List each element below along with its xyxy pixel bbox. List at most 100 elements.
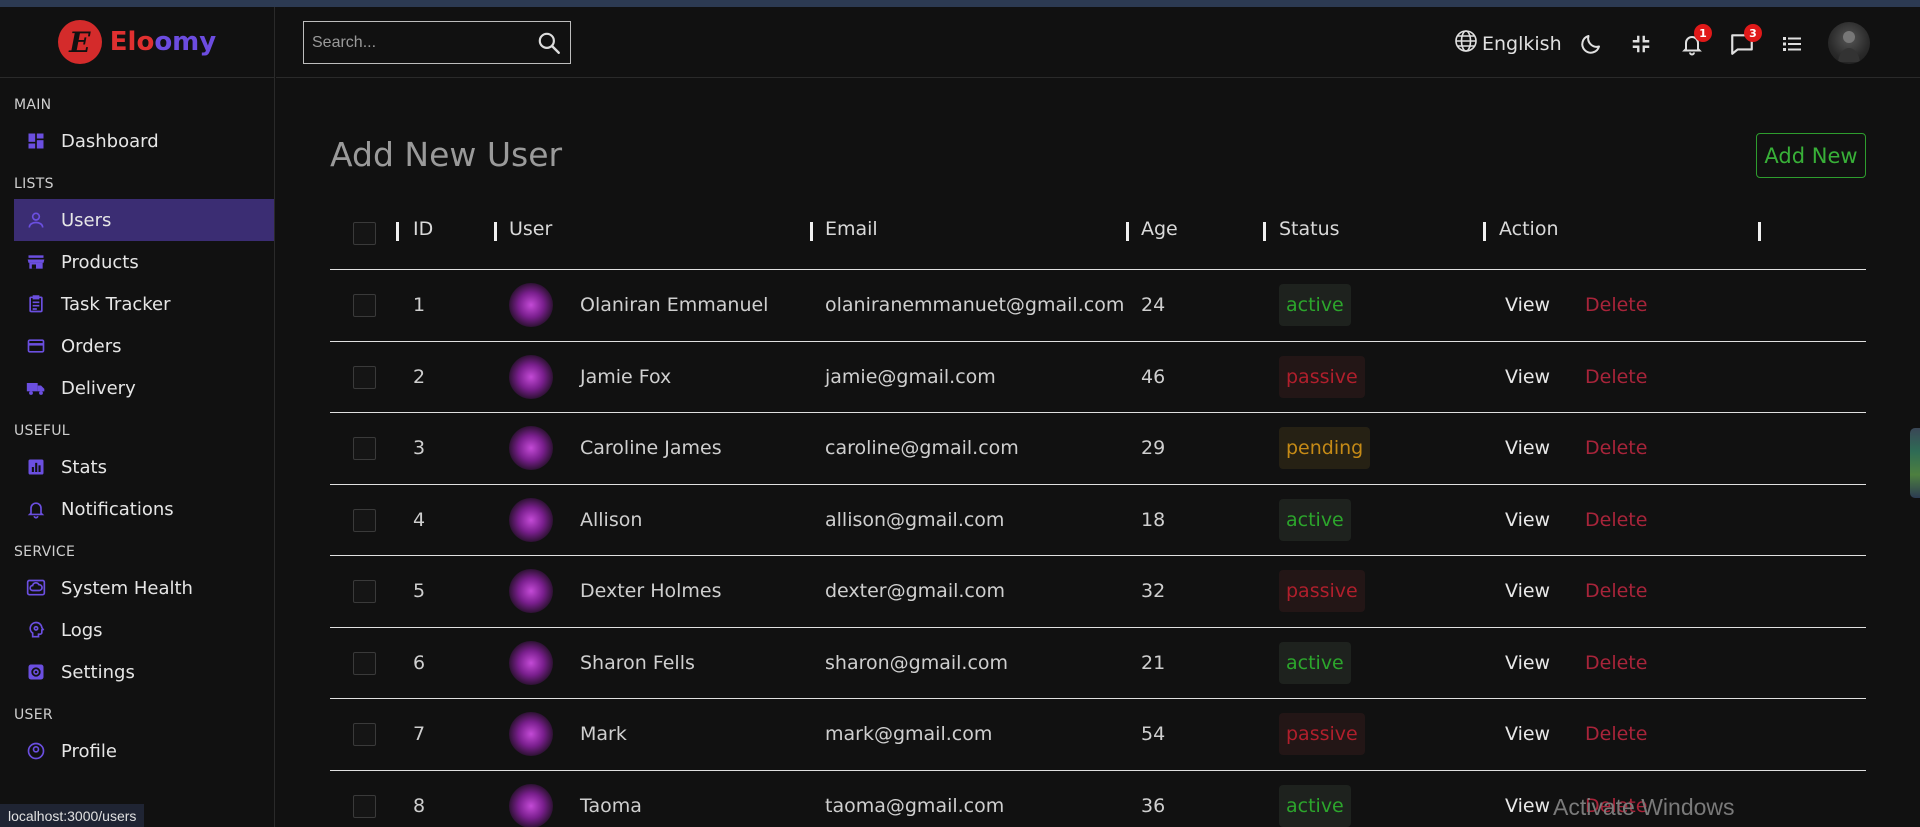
list-menu-icon[interactable] xyxy=(1778,30,1806,58)
settings-icon xyxy=(25,661,47,683)
user-age: 36 xyxy=(1141,794,1166,817)
user-age: 21 xyxy=(1141,651,1166,674)
language-label: Englkish xyxy=(1482,32,1562,55)
delete-button[interactable]: Delete xyxy=(1585,437,1647,459)
store-icon xyxy=(25,251,47,273)
user-id: 7 xyxy=(413,723,426,746)
column-separator[interactable] xyxy=(494,222,497,241)
row-checkbox[interactable] xyxy=(353,294,376,317)
user-age: 46 xyxy=(1141,365,1166,388)
view-button[interactable]: View xyxy=(1505,437,1550,459)
user-avatar xyxy=(509,283,553,328)
sidebar-section-title: LISTS xyxy=(14,176,54,192)
sidebar-item-label: Dashboard xyxy=(61,130,159,152)
search-box xyxy=(303,21,571,64)
column-separator[interactable] xyxy=(1263,222,1266,241)
dark-mode-moon-icon[interactable] xyxy=(1577,30,1605,58)
view-button[interactable]: View xyxy=(1505,795,1550,817)
view-button[interactable]: View xyxy=(1505,366,1550,388)
column-header-user[interactable]: User xyxy=(509,218,552,240)
user-email: allison@gmail.com xyxy=(825,508,1005,531)
table-row: 4 Allison allison@gmail.com 18 active Vi… xyxy=(330,485,1866,556)
column-header-action[interactable]: Action xyxy=(1499,218,1559,240)
table-body: 1 Olaniran Emmanuel olaniranemmanuet@gma… xyxy=(330,270,1866,827)
add-new-button[interactable]: Add New xyxy=(1756,133,1866,178)
view-button[interactable]: View xyxy=(1505,723,1550,745)
sidebar-item-delivery[interactable]: Delivery xyxy=(14,367,274,409)
column-separator[interactable] xyxy=(396,222,399,241)
user-icon xyxy=(25,209,47,231)
table-row: 2 Jamie Fox jamie@gmail.com 46 passive V… xyxy=(330,342,1866,413)
row-checkbox[interactable] xyxy=(353,580,376,603)
sidebar-item-users[interactable]: Users xyxy=(14,199,274,241)
messages-badge: 3 xyxy=(1744,24,1762,42)
row-checkbox[interactable] xyxy=(353,794,376,818)
logo[interactable]: E Eloomy xyxy=(0,7,274,78)
delete-button[interactable]: Delete xyxy=(1585,509,1647,531)
row-checkbox[interactable] xyxy=(353,723,376,746)
search-icon[interactable] xyxy=(536,30,562,60)
dashboard-icon xyxy=(25,130,47,152)
user-id: 3 xyxy=(413,437,426,460)
app-name: Eloomy xyxy=(109,27,217,57)
column-separator[interactable] xyxy=(1758,222,1761,241)
row-checkbox[interactable] xyxy=(353,365,376,389)
table-row: 5 Dexter Holmes dexter@gmail.com 32 pass… xyxy=(330,556,1866,628)
sidebar: E Eloomy MAIN Dashboard LISTS Users Products… xyxy=(0,7,275,827)
sidebar-item-notifications[interactable]: Notifications xyxy=(14,488,274,530)
sidebar-item-label: Task Tracker xyxy=(61,293,171,315)
truck-icon xyxy=(25,377,47,399)
status-badge: active xyxy=(1279,641,1351,684)
column-separator[interactable] xyxy=(1483,222,1486,241)
sidebar-item-system-health[interactable]: System Health xyxy=(14,567,274,609)
user-name: Caroline James xyxy=(580,437,722,460)
delete-button[interactable]: Delete xyxy=(1585,652,1647,674)
column-separator[interactable] xyxy=(1126,222,1129,241)
sidebar-item-label: Notifications xyxy=(61,498,174,520)
sidebar-item-orders[interactable]: Orders xyxy=(14,325,274,367)
column-header-email[interactable]: Email xyxy=(825,218,878,240)
user-name: Dexter Holmes xyxy=(580,580,722,603)
column-header-age[interactable]: Age xyxy=(1141,218,1178,240)
sidebar-item-products[interactable]: Products xyxy=(14,241,274,283)
brain-icon xyxy=(25,619,47,641)
table-row: 1 Olaniran Emmanuel olaniranemmanuet@gma… xyxy=(330,270,1866,342)
user-name: Allison xyxy=(580,508,643,531)
select-all-checkbox[interactable] xyxy=(353,222,376,245)
cloud-icon xyxy=(25,577,47,599)
sidebar-item-logs[interactable]: Logs xyxy=(14,609,274,651)
delete-button[interactable]: Delete xyxy=(1585,580,1647,602)
column-header-status[interactable]: Status xyxy=(1279,218,1340,240)
column-separator[interactable] xyxy=(810,222,813,241)
notifications-badge: 1 xyxy=(1694,24,1712,42)
profile-avatar[interactable] xyxy=(1828,22,1870,64)
side-panel-handle[interactable] xyxy=(1910,428,1920,498)
sidebar-item-label: Products xyxy=(61,251,139,273)
delete-button[interactable]: Delete xyxy=(1585,723,1647,745)
bell-icon xyxy=(25,498,47,520)
user-email: mark@gmail.com xyxy=(825,723,993,746)
notifications-bell-icon[interactable]: 1 xyxy=(1678,24,1712,58)
column-header-id[interactable]: ID xyxy=(413,218,433,240)
fullscreen-exit-icon[interactable] xyxy=(1627,30,1655,58)
user-id: 6 xyxy=(413,651,426,674)
view-button[interactable]: View xyxy=(1505,580,1550,602)
user-id: 1 xyxy=(413,294,426,317)
row-checkbox[interactable] xyxy=(353,437,376,460)
view-button[interactable]: View xyxy=(1505,294,1550,316)
users-table: ID User Email Age Status Action 1 Olanir… xyxy=(330,198,1866,827)
sidebar-item-settings[interactable]: Settings xyxy=(14,651,274,693)
language-selector[interactable]: Englkish xyxy=(1454,29,1562,58)
view-button[interactable]: View xyxy=(1505,652,1550,674)
sidebar-item-stats[interactable]: Stats xyxy=(14,446,274,488)
search-input[interactable] xyxy=(304,33,524,52)
sidebar-item-dashboard[interactable]: Dashboard xyxy=(14,120,274,162)
sidebar-item-task-tracker[interactable]: Task Tracker xyxy=(14,283,274,325)
delete-button[interactable]: Delete xyxy=(1585,294,1647,316)
sidebar-item-profile[interactable]: Profile xyxy=(14,730,274,772)
messages-chat-icon[interactable]: 3 xyxy=(1728,24,1762,58)
row-checkbox[interactable] xyxy=(353,508,376,532)
delete-button[interactable]: Delete xyxy=(1585,366,1647,388)
view-button[interactable]: View xyxy=(1505,509,1550,531)
row-checkbox[interactable] xyxy=(353,651,376,675)
